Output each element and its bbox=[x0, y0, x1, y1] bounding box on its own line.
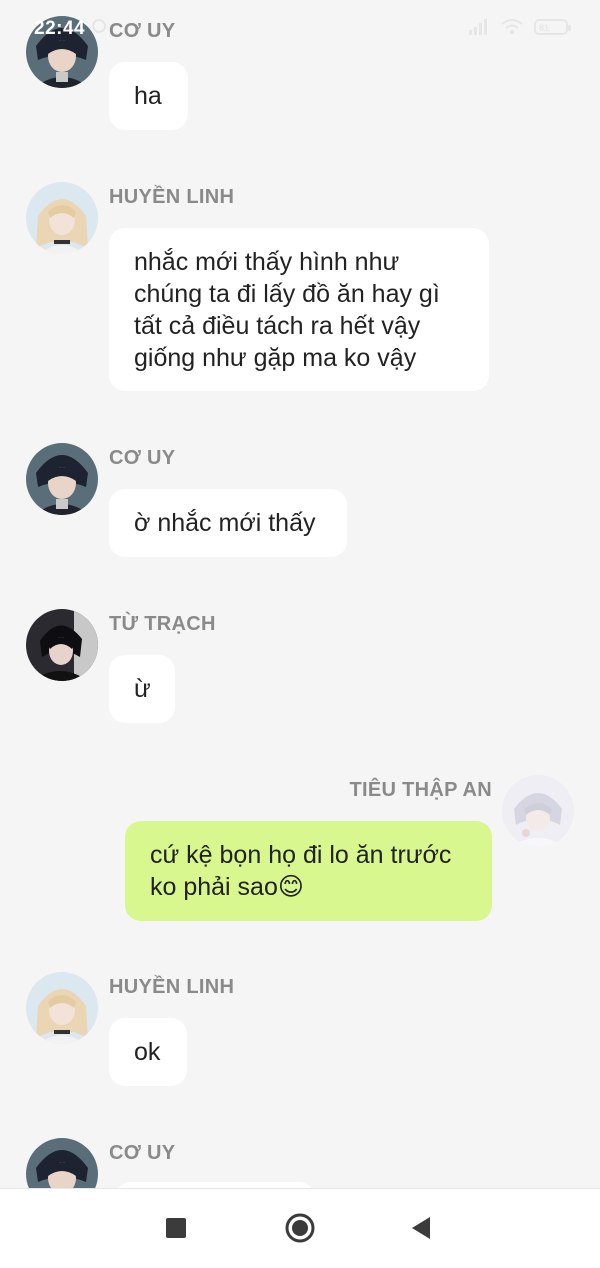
signal-icon bbox=[469, 19, 487, 35]
status-bar: 22:44 81 bbox=[0, 0, 600, 58]
avatar-dark-hair-icon bbox=[26, 443, 98, 515]
message-text: ờ nhắc mới thấy bbox=[134, 509, 316, 537]
message-text-line: giống như gặp ma ko vậy bbox=[134, 344, 417, 372]
avatar-black-hair-icon bbox=[26, 609, 98, 681]
back-triangle-icon[interactable] bbox=[410, 1215, 432, 1241]
message-bubble[interactable]: ờ nhắc mới thấy bbox=[109, 489, 347, 557]
message-text: ha bbox=[134, 82, 162, 110]
sender-name: TỪ TRẠCH bbox=[109, 613, 216, 635]
avatar-co-uy[interactable] bbox=[26, 443, 98, 515]
message-text-line: ko phải sao😊 bbox=[150, 873, 304, 901]
avatar-white-hair-icon bbox=[502, 775, 574, 847]
avatar-tu-trach[interactable] bbox=[26, 609, 98, 681]
recent-apps-square-icon[interactable] bbox=[166, 1218, 186, 1238]
sender-name: CƠ UY bbox=[109, 447, 176, 469]
avatar-blonde-hair-icon bbox=[26, 972, 98, 1044]
message-text: ừ bbox=[134, 675, 151, 703]
avatar-blonde-hair-icon bbox=[26, 182, 98, 254]
avatar-huyen-linh[interactable] bbox=[26, 182, 98, 254]
sender-name: HUYỀN LINH bbox=[109, 976, 235, 998]
status-icons: 81 bbox=[468, 18, 571, 36]
sender-name: HUYỀN LINH bbox=[109, 186, 235, 208]
battery-icon: 81 bbox=[534, 19, 571, 35]
message-text-line: cứ kệ bọn họ đi lo ăn trước bbox=[150, 841, 452, 869]
my-message-bubble[interactable]: cứ kệ bọn họ đi lo ăn trước ko phải sao😊 bbox=[125, 821, 492, 921]
message-text-line: chúng ta đi lấy đồ ăn hay gì bbox=[134, 280, 440, 308]
avatar-tieu-thap-an[interactable] bbox=[502, 775, 574, 847]
sender-name: TIÊU THẬP AN bbox=[349, 779, 492, 801]
avatar-huyen-linh[interactable] bbox=[26, 972, 98, 1044]
notification-dot-icon bbox=[92, 19, 106, 33]
sender-name: CƠ UY bbox=[109, 1142, 176, 1164]
home-circle-icon[interactable] bbox=[285, 1213, 315, 1243]
wifi-icon bbox=[501, 19, 523, 34]
message-bubble[interactable]: ok bbox=[109, 1018, 187, 1086]
message-bubble[interactable]: ha bbox=[109, 62, 188, 130]
battery-level: 81 bbox=[539, 23, 550, 33]
message-text-line: tất cả điều tách ra hết vậy bbox=[134, 312, 421, 340]
navigation-bar bbox=[0, 1188, 600, 1268]
message-text: ok bbox=[134, 1038, 161, 1066]
message-bubble[interactable]: nhắc mới thấy hình như chúng ta đi lấy đ… bbox=[109, 228, 489, 391]
message-bubble[interactable]: ừ bbox=[109, 655, 175, 723]
message-text-line: nhắc mới thấy hình như bbox=[134, 248, 400, 276]
status-time: 22:44 bbox=[34, 18, 86, 39]
